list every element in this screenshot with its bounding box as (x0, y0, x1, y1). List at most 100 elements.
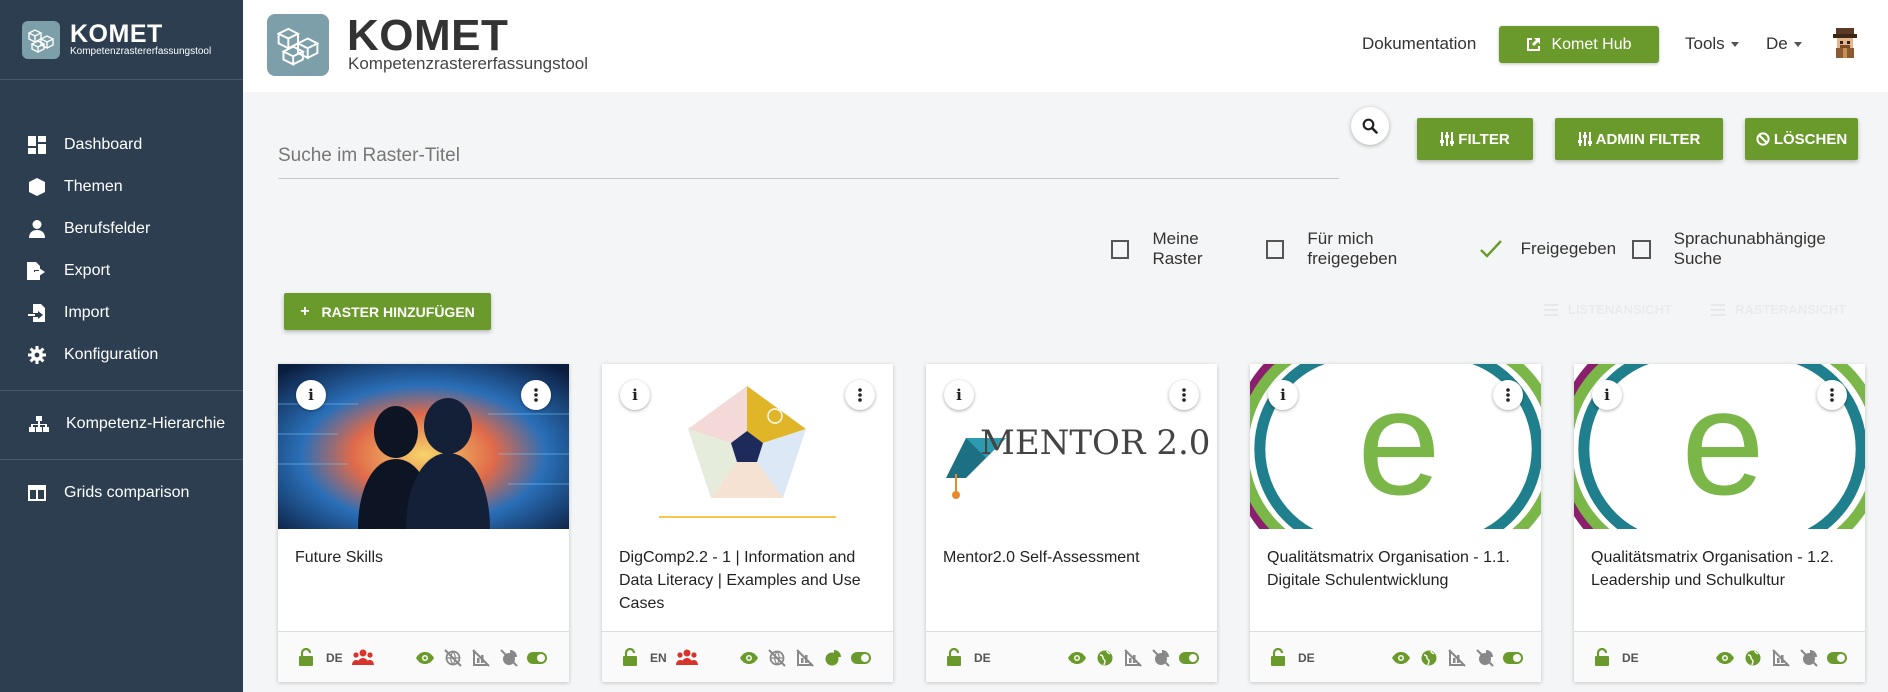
language-badge: EN (650, 651, 667, 665)
grid-card[interactable]: i DigComp2.2 - 1 | Information and Data … (602, 364, 893, 682)
more-options-button[interactable] (1169, 380, 1199, 410)
sidebar-item-label: Konfiguration (64, 346, 159, 363)
komet-hub-button[interactable]: Komet Hub (1499, 26, 1659, 63)
eye-icon[interactable] (1390, 649, 1412, 667)
pie-slash-icon[interactable] (1798, 649, 1820, 667)
sidebar-item-grids-comparison[interactable]: Grids comparison (0, 472, 243, 514)
checkbox-box[interactable] (1265, 239, 1285, 259)
sidebar-app-title: KOMET (70, 20, 163, 48)
checkbox-freigegeben[interactable]: Freigegeben (1479, 238, 1616, 260)
chart-slash-icon[interactable] (794, 649, 816, 667)
globe-slash-icon[interactable] (766, 649, 788, 667)
grid-card[interactable]: e i Qualitätsmatrix Organisation - 1.2. … (1574, 364, 1865, 682)
info-button[interactable]: i (620, 380, 650, 410)
language-dropdown[interactable]: De (1766, 34, 1802, 54)
sidebar-item-label: Dashboard (64, 136, 143, 153)
toggle-on-icon[interactable] (1502, 649, 1524, 667)
toggle-on-icon[interactable] (1826, 649, 1848, 667)
search-input[interactable] (278, 136, 1339, 176)
eye-icon[interactable] (414, 649, 436, 667)
tools-label: Tools (1685, 34, 1725, 53)
toggle-on-icon[interactable] (526, 649, 548, 667)
grid-card[interactable]: i Future Skills DE (278, 364, 569, 682)
eye-icon[interactable] (1066, 649, 1088, 667)
sliders-icon (1577, 132, 1592, 146)
more-options-button[interactable] (845, 380, 875, 410)
card-title[interactable]: DigComp2.2 - 1 | Information and Data Li… (619, 546, 884, 615)
toggle-on-icon[interactable] (850, 649, 872, 667)
more-options-button[interactable] (521, 380, 551, 410)
sidebar-item-dashboard[interactable]: Dashboard (0, 124, 243, 166)
chart-slash-icon[interactable] (470, 649, 492, 667)
clear-button[interactable]: LÖSCHEN (1745, 118, 1858, 160)
info-icon: i (308, 386, 314, 404)
sidebar-item-berufsfelder[interactable]: Berufsfelder (0, 208, 243, 250)
tools-dropdown[interactable]: Tools (1685, 34, 1739, 54)
info-button[interactable]: i (296, 380, 326, 410)
eye-icon[interactable] (738, 649, 760, 667)
card-title[interactable]: Future Skills (295, 546, 560, 569)
list-view-toggle[interactable]: LISTENANSICHT (1544, 302, 1672, 317)
checkbox-label: Freigegeben (1520, 239, 1617, 258)
chart-slash-icon[interactable] (1446, 649, 1468, 667)
checkbox-fuer-mich-freigegeben[interactable]: Für mich freigegeben (1265, 229, 1463, 269)
komet-logo-icon[interactable] (267, 14, 329, 76)
card-title[interactable]: Qualitätsmatrix Organisation - 1.1. Digi… (1267, 546, 1532, 592)
grid-card[interactable]: MENTOR 2.0 i Mentor2.0 Self-Assessment D… (926, 364, 1217, 682)
more-options-button[interactable] (1493, 380, 1523, 410)
list-icon (1544, 303, 1558, 316)
checkmark-icon[interactable] (1479, 238, 1503, 260)
info-button[interactable]: i (1592, 380, 1622, 410)
sidebar-item-import[interactable]: Import (0, 292, 243, 334)
globe-icon[interactable] (1094, 649, 1116, 667)
filter-label: FILTER (1458, 130, 1510, 148)
add-grid-button[interactable]: + RASTER HINZUFÜGEN (284, 293, 491, 330)
info-button[interactable]: i (1268, 380, 1298, 410)
chart-slash-icon[interactable] (1122, 649, 1144, 667)
pie-slash-icon[interactable] (498, 649, 520, 667)
sidebar-item-label: Export (64, 262, 111, 279)
pie-chart-icon[interactable] (822, 649, 844, 667)
ellipsis-vertical-icon (1506, 388, 1510, 402)
search-button[interactable] (1351, 107, 1389, 145)
grid-view-toggle[interactable]: RASTERANSICHT (1711, 302, 1846, 317)
language-badge: DE (1622, 651, 1639, 665)
checkbox-box[interactable] (1111, 239, 1130, 259)
sidebar-item-export[interactable]: Export (0, 250, 243, 292)
unlock-icon (1594, 647, 1610, 671)
checkbox-sprachunabhaengige-suche[interactable]: Sprachunabhängige Suche (1632, 229, 1872, 269)
info-button[interactable]: i (944, 380, 974, 410)
checkbox-meine-raster[interactable]: Meine Raster (1111, 229, 1250, 269)
sidebar-item-kompetenz-hierarchie[interactable]: Kompetenz-Hierarchie (0, 403, 243, 445)
user-avatar[interactable] (1828, 26, 1862, 60)
sidebar-item-themen[interactable]: Themen (0, 166, 243, 208)
filter-checkboxes: Meine Raster Für mich freigegeben Freige… (1111, 229, 1888, 268)
globe-icon[interactable] (1418, 649, 1440, 667)
list-view-label: LISTENANSICHT (1568, 302, 1672, 317)
globe-slash-icon[interactable] (442, 649, 464, 667)
sidebar-item-konfiguration[interactable]: Konfiguration (0, 334, 243, 376)
card-title[interactable]: Qualitätsmatrix Organisation - 1.2. Lead… (1591, 546, 1856, 592)
grid-view-label: RASTERANSICHT (1735, 302, 1847, 317)
grid-card[interactable]: e i Qualitätsmatrix Organisation - 1.1. … (1250, 364, 1541, 682)
checkbox-box[interactable] (1632, 239, 1651, 259)
chart-slash-icon[interactable] (1770, 649, 1792, 667)
toggle-on-icon[interactable] (1178, 649, 1200, 667)
sidebar-brand[interactable]: KOMET Kompetenzrastererfassungstool (0, 0, 243, 80)
pie-slash-icon[interactable] (1150, 649, 1172, 667)
language-label: De (1766, 34, 1788, 53)
filter-button[interactable]: FILTER (1417, 118, 1533, 160)
checkbox-label: Meine Raster (1152, 229, 1203, 268)
user-tie-icon (27, 219, 47, 239)
grid-icon (1711, 303, 1725, 316)
card-title[interactable]: Mentor2.0 Self-Assessment (943, 546, 1208, 569)
eye-icon[interactable] (1714, 649, 1736, 667)
more-options-button[interactable] (1817, 380, 1847, 410)
info-icon: i (1604, 386, 1610, 404)
search-field[interactable] (278, 136, 1339, 179)
unlock-icon (298, 647, 314, 671)
pie-slash-icon[interactable] (1474, 649, 1496, 667)
globe-icon[interactable] (1742, 649, 1764, 667)
admin-filter-button[interactable]: ADMIN FILTER (1555, 118, 1723, 160)
documentation-link[interactable]: Dokumentation (1362, 34, 1476, 54)
